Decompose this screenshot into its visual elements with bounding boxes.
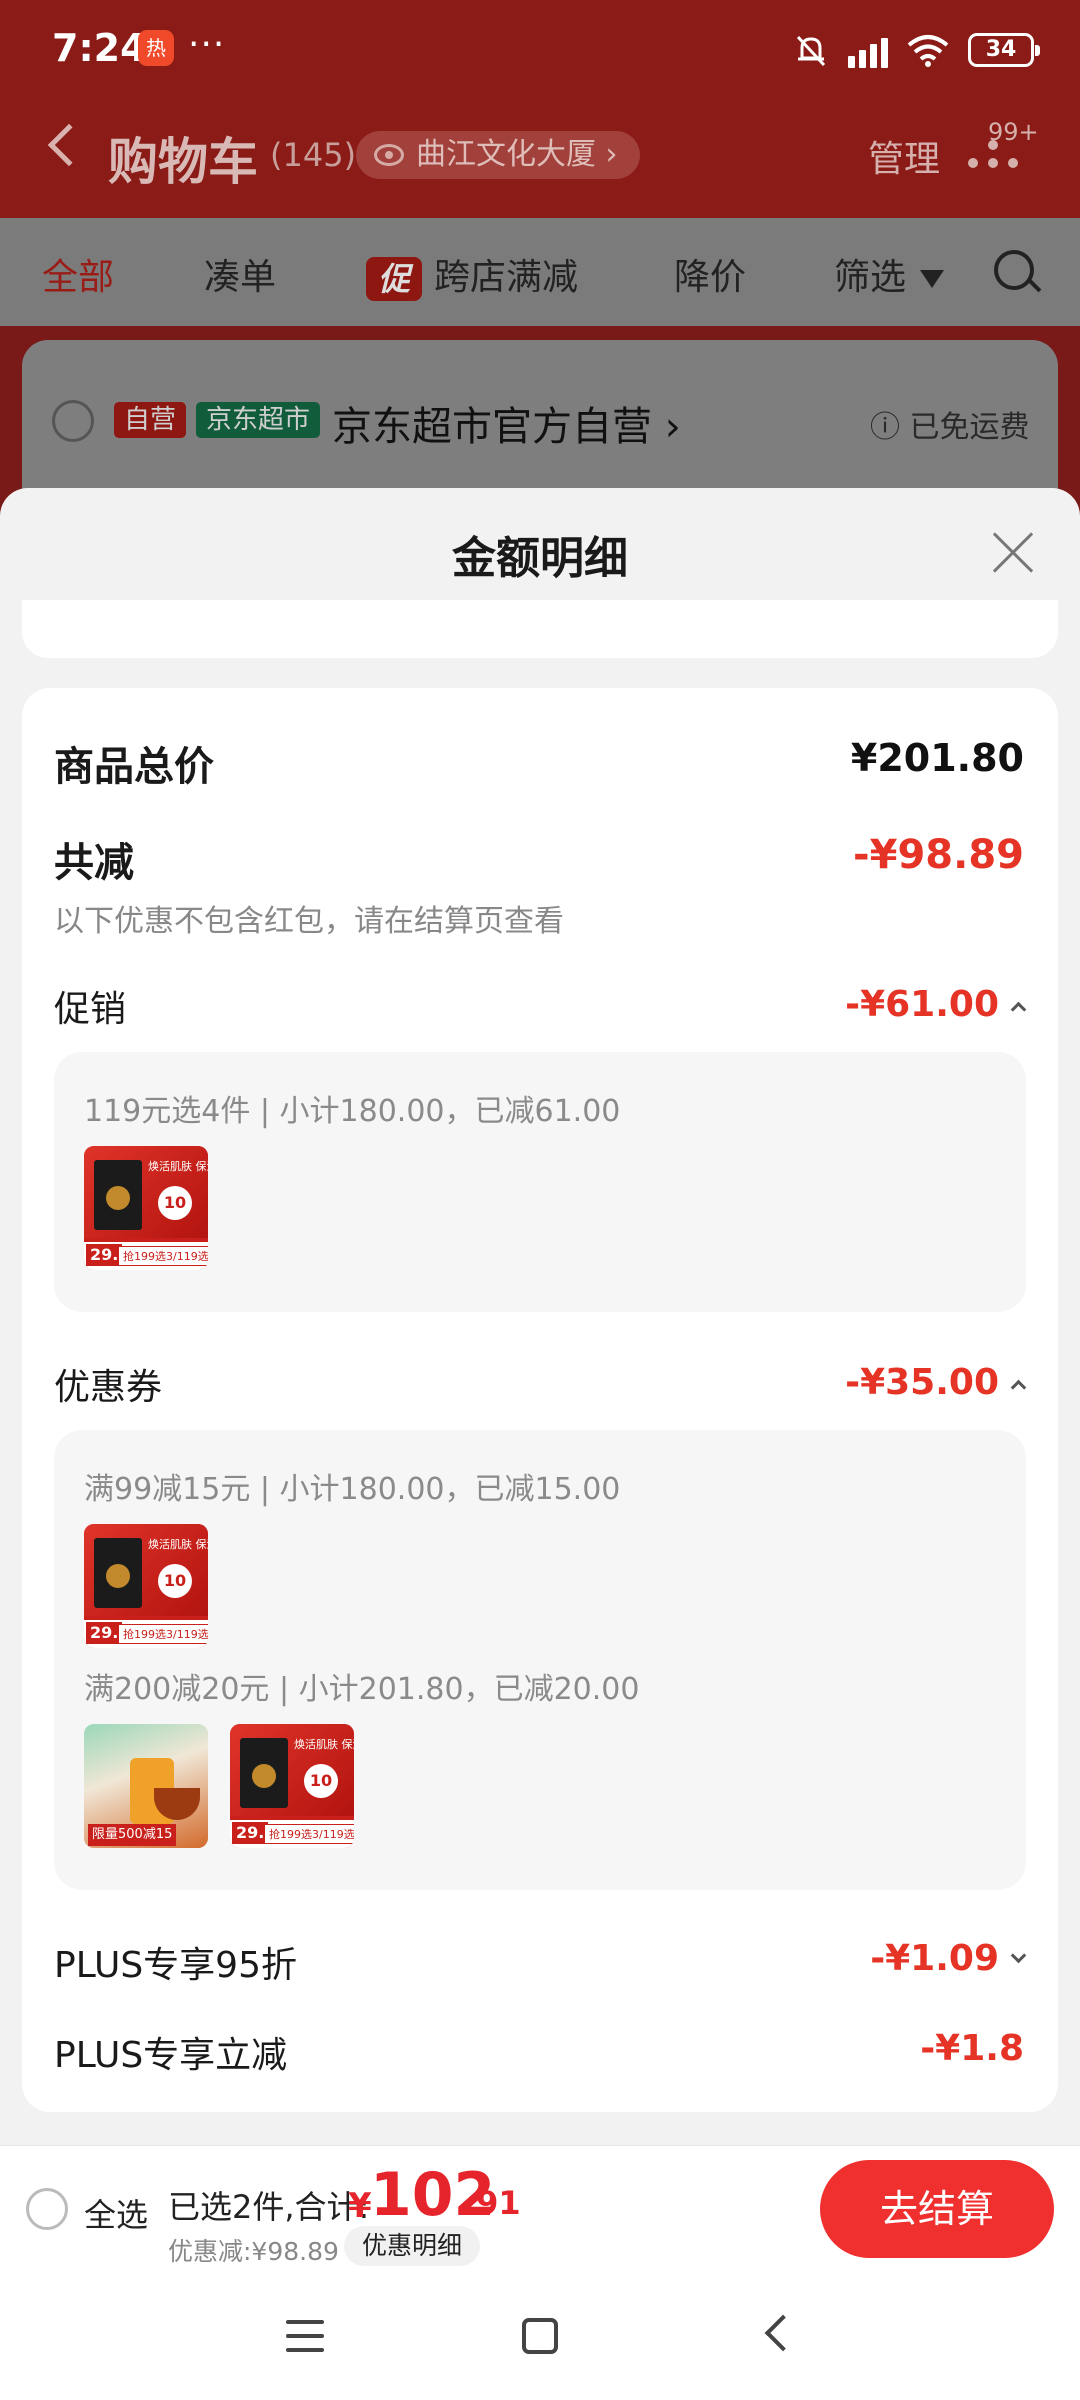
- home-icon[interactable]: [522, 2318, 558, 2354]
- tab-bundle[interactable]: 凑单: [204, 248, 276, 300]
- coupon-value: -¥35.00: [845, 1362, 999, 1403]
- reduce-note: 以下优惠不包含红包，请在结算页查看: [54, 904, 564, 939]
- wifi-icon: [907, 35, 949, 67]
- plus-instant-value: -¥1.8: [920, 2028, 1024, 2069]
- checkout-button[interactable]: 去结算: [820, 2160, 1054, 2258]
- cart-count: (145): [270, 136, 357, 174]
- shipping-status: ⓘ 已免运费: [870, 410, 1030, 445]
- status-time: 7:24: [52, 26, 147, 70]
- previous-card-edge: [22, 600, 1058, 658]
- caret-up-icon: [1010, 1379, 1027, 1395]
- filter-funnel-icon: [920, 270, 945, 288]
- tab-filter-label: 筛选: [834, 257, 907, 298]
- coupon-group-line-2: 满200减20元 | 小计201.80，已减20.00: [84, 1672, 640, 1707]
- total-reduce-label: 共减: [54, 840, 134, 886]
- product-thumbnail-snack[interactable]: 限量500减15: [84, 1724, 208, 1848]
- total-amount-decimal: .91: [464, 2184, 521, 2222]
- manage-button[interactable]: 管理: [868, 130, 940, 182]
- product-thumbnail[interactable]: 焕活肌肤 保湿水润 10 29. 抢199选3/119选4: [84, 1524, 208, 1648]
- coupon-label: 优惠券: [54, 1367, 163, 1408]
- plus-instant-label: PLUS专享立减: [54, 2035, 288, 2076]
- selected-summary: 已选2件,合计:: [168, 2188, 370, 2226]
- tab-price-drop[interactable]: 降价: [674, 248, 746, 300]
- address-selector[interactable]: 曲江文化大厦 ›: [356, 131, 640, 179]
- discount-detail-button[interactable]: 优惠明细: [344, 2226, 481, 2266]
- promo-row[interactable]: -¥61.00: [845, 984, 1027, 1025]
- market-tag: 京东超市: [196, 402, 321, 438]
- sheet-title: 金额明细: [452, 533, 628, 584]
- total-reduce-value: -¥98.89: [853, 832, 1024, 878]
- promo-value: -¥61.00: [845, 984, 999, 1025]
- coupon-group-line-1: 满99减15元 | 小计180.00，已减15.00: [84, 1472, 621, 1507]
- store-select-radio[interactable]: [52, 400, 94, 442]
- status-indicators: 34: [792, 26, 1040, 74]
- product-thumbnail[interactable]: 焕活肌肤 保湿水润 10 29. 抢199选3/119选4: [230, 1724, 354, 1848]
- bell-off-icon: [796, 35, 826, 67]
- more-dots-icon[interactable]: [968, 140, 1024, 170]
- caret-up-icon: [1010, 1001, 1027, 1017]
- page-title: 购物车: [108, 133, 258, 191]
- select-all-label[interactable]: 全选: [84, 2190, 148, 2236]
- total-price-label: 商品总价: [54, 744, 214, 790]
- promo-label: 促销: [54, 989, 127, 1030]
- plus-discount-value: -¥1.09: [870, 1938, 999, 1979]
- coupon-row[interactable]: -¥35.00: [845, 1362, 1027, 1403]
- total-price-value: ¥201.80: [850, 736, 1024, 780]
- caret-down-icon: [1010, 1947, 1027, 1963]
- select-all-radio[interactable]: [26, 2188, 68, 2230]
- tab-filter[interactable]: 筛选: [834, 248, 945, 300]
- product-thumbnail[interactable]: 焕活肌肤 保湿水润 10 29. 抢199选3/119选4: [84, 1146, 208, 1270]
- battery-icon: 34: [968, 33, 1040, 67]
- menu-icon[interactable]: [286, 2320, 324, 2352]
- self-operated-tag: 自营: [114, 402, 187, 438]
- tab-cross-store[interactable]: 促跨店满减: [366, 248, 578, 301]
- close-icon[interactable]: [990, 530, 1036, 576]
- address-arrow-icon: ›: [605, 137, 618, 172]
- eye-icon: [374, 144, 404, 166]
- total-currency: ¥: [348, 2186, 372, 2226]
- status-more-icon: ···: [188, 24, 226, 65]
- plus-discount-row[interactable]: -¥1.09: [870, 1938, 1027, 1979]
- search-icon[interactable]: [994, 250, 1034, 290]
- promo-badge: 促: [366, 257, 422, 301]
- promo-group-line: 119元选4件 | 小计180.00，已减61.00: [84, 1094, 621, 1129]
- plus-discount-label: PLUS专享95折: [54, 1945, 297, 1986]
- tab-all[interactable]: 全部: [42, 248, 114, 300]
- store-name[interactable]: 京东超市官方自营 ›: [332, 394, 681, 452]
- discount-summary: 优惠减:¥98.89: [168, 2237, 339, 2266]
- address-text: 曲江文化大厦: [416, 137, 596, 172]
- notification-app-icon: 热: [138, 30, 174, 66]
- signal-icon: [848, 32, 888, 68]
- tab-cross-store-label: 跨店满减: [434, 257, 579, 298]
